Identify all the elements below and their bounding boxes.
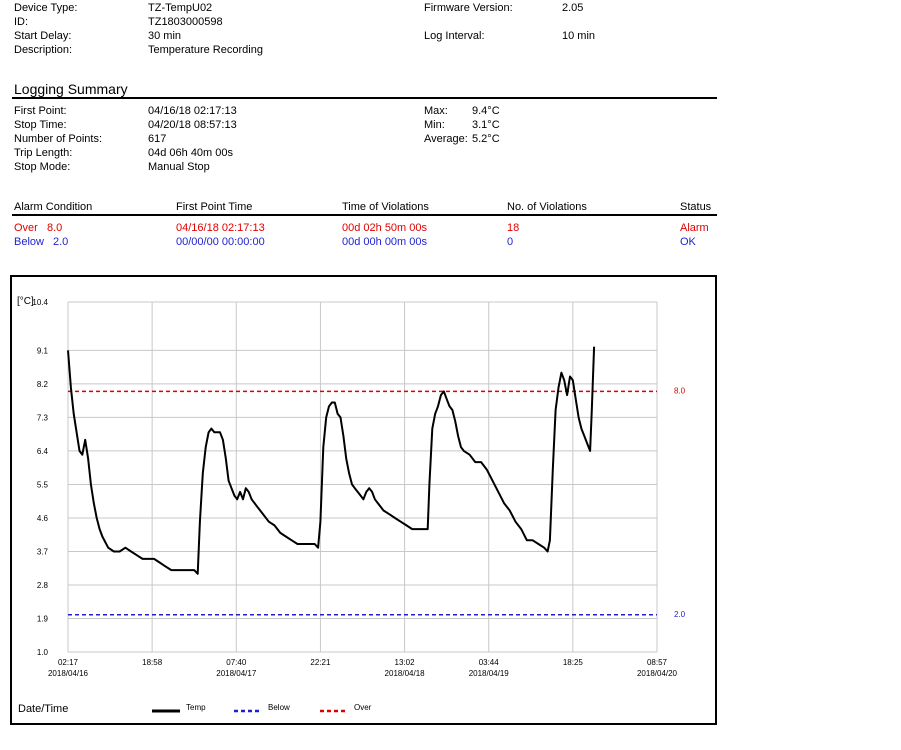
y-tick-label: 7.3: [37, 413, 49, 422]
alarm-below-count: 0: [507, 236, 514, 248]
num-points-label: Number of Points:: [14, 133, 103, 145]
alarm-over-first-point: 04/16/18 02:17:13: [176, 222, 265, 234]
logging-summary-title: Logging Summary: [14, 81, 128, 97]
first-point-label: First Point:: [14, 105, 67, 117]
max-value: 9.4°C: [472, 105, 500, 117]
alarm-over-label: Over: [14, 222, 38, 234]
summary-divider: [12, 97, 717, 99]
chart-canvas: 10.4 9.1 8.2 7.3 6.4 5.5 4.6 3.7 2.8 1.9 1.0 02:17 2…: [17, 296, 686, 715]
alarm-header-time-violations: Time of Violations: [342, 201, 429, 213]
x-tick-time: 02:17: [58, 658, 79, 667]
stop-time-label: Stop Time:: [14, 119, 67, 131]
min-label: Min:: [424, 119, 445, 131]
threshold-label-below: 2.0: [674, 610, 686, 619]
y-tick-label: 4.6: [37, 514, 49, 523]
x-tick-date: 2018/04/18: [385, 669, 426, 678]
alarm-below-first-point: 00/00/00 00:00:00: [176, 236, 265, 248]
average-label: Average:: [424, 133, 468, 145]
x-tick-date: 2018/04/19: [469, 669, 510, 678]
series-line-temp: [67, 346, 596, 575]
alarm-below-status: OK: [680, 236, 696, 248]
y-tick-label: 1.0: [37, 648, 49, 657]
legend-label-over: Over: [354, 703, 372, 712]
alarm-header-condition: Alarm Condition: [14, 201, 93, 213]
y-axis-label: [°C]: [17, 296, 34, 307]
x-tick-date: 2018/04/17: [216, 669, 257, 678]
firmware-value: 2.05: [562, 2, 584, 14]
stop-mode-value: Manual Stop: [148, 161, 210, 173]
alarm-below-label: Below: [14, 236, 44, 248]
device-type-value: TZ-TempU02: [148, 2, 213, 14]
alarm-over-status: Alarm: [680, 222, 709, 234]
device-type-label: Device Type:: [14, 2, 78, 14]
alarm-table-divider: [12, 214, 717, 216]
y-tick-label: 1.9: [37, 614, 49, 623]
stop-mode-label: Stop Mode:: [14, 161, 71, 173]
x-tick-date: 2018/04/20: [637, 669, 678, 678]
y-tick-label: 10.4: [32, 298, 48, 307]
first-point-value: 04/16/18 02:17:13: [148, 105, 237, 117]
alarm-over-value: 8.0: [47, 222, 63, 234]
x-tick-time: 08:57: [647, 658, 668, 667]
alarm-below-time-violations: 00d 00h 00m 00s: [342, 236, 428, 248]
device-id-label: ID:: [14, 16, 29, 28]
x-tick-time: 07:40: [226, 658, 247, 667]
x-tick-time: 13:02: [395, 658, 416, 667]
legend-label-temp: Temp: [186, 703, 206, 712]
log-interval-label: Log Interval:: [424, 30, 485, 42]
x-tick-time: 18:58: [142, 658, 163, 667]
y-tick-label: 8.2: [37, 380, 49, 389]
alarm-below-value: 2.0: [53, 236, 69, 248]
start-delay-label: Start Delay:: [14, 30, 72, 42]
x-tick-date: 2018/04/16: [48, 669, 89, 678]
alarm-header-num-violations: No. of Violations: [507, 201, 587, 213]
trip-length-value: 04d 06h 40m 00s: [148, 147, 234, 159]
max-label: Max:: [424, 105, 448, 117]
x-tick-time: 22:21: [310, 658, 331, 667]
description-value: Temperature Recording: [148, 44, 263, 56]
min-value: 3.1°C: [472, 119, 500, 131]
y-tick-label: 9.1: [37, 346, 49, 355]
device-id-value: TZ1803000598: [148, 16, 223, 28]
alarm-header-first-point: First Point Time: [176, 201, 253, 213]
x-tick-time: 03:44: [479, 658, 500, 667]
legend-label-below: Below: [268, 703, 290, 712]
alarm-over-time-violations: 00d 02h 50m 00s: [342, 222, 428, 234]
x-tick-time: 18:25: [563, 658, 584, 667]
firmware-label: Firmware Version:: [424, 2, 513, 14]
average-value: 5.2°C: [472, 133, 500, 145]
description-label: Description:: [14, 44, 73, 56]
temperature-chart: 10.4 9.1 8.2 7.3 6.4 5.5 4.6 3.7 2.8 1.9 1.0 02:17 2…: [10, 275, 717, 725]
y-tick-label: 6.4: [37, 447, 49, 456]
y-tick-label: 2.8: [37, 581, 49, 590]
x-axis-label: Date/Time: [18, 703, 68, 715]
y-tick-label: 5.5: [37, 480, 49, 489]
alarm-over-count: 18: [507, 222, 520, 234]
log-interval-value: 10 min: [562, 30, 596, 42]
threshold-label-over: 8.0: [674, 386, 686, 395]
num-points-value: 617: [148, 133, 167, 145]
start-delay-value: 30 min: [148, 30, 182, 42]
stop-time-value: 04/20/18 08:57:13: [148, 119, 237, 131]
alarm-header-status: Status: [680, 201, 712, 213]
trip-length-label: Trip Length:: [14, 147, 73, 159]
y-tick-label: 3.7: [37, 547, 49, 556]
